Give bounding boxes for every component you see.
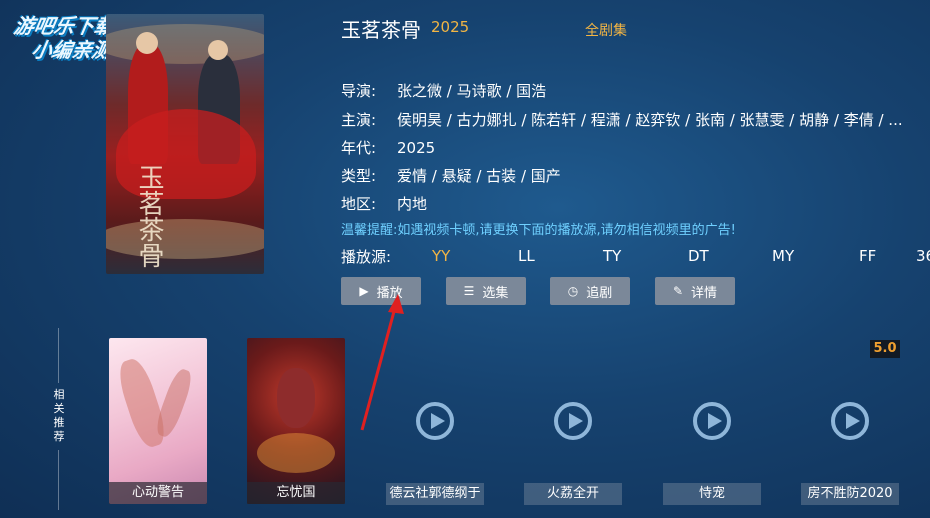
show-title: 玉茗茶骨 — [341, 18, 421, 42]
episodes-badge[interactable]: 全剧集 — [585, 20, 627, 40]
cast-row: 主演: 侯明昊 / 古力娜扎 / 陈若轩 / 程潇 / 赵弈钦 / 张南 / 张慧… — [341, 109, 903, 130]
poster-title-text: 玉茗茶骨 — [134, 164, 164, 268]
side-divider-top — [58, 328, 59, 383]
director-row: 导演: 张之微 / 马诗歌 / 国浩 — [341, 80, 546, 101]
director-label: 导演: — [341, 82, 377, 100]
edit-icon: ✎ — [672, 284, 684, 298]
placeholder-play-icon — [554, 402, 592, 440]
source-36[interactable]: 36 — [916, 247, 930, 265]
region-label: 地区: — [341, 195, 377, 213]
genre-value: 爱情 / 悬疑 / 古装 / 国产 — [397, 167, 561, 185]
clock-icon: ◷ — [567, 284, 579, 298]
related-thumbnail — [247, 338, 345, 504]
placeholder-play-icon — [693, 402, 731, 440]
related-title: 德云社郭德纲于 — [386, 483, 484, 505]
related-title: 心动警告 — [109, 482, 207, 504]
poster-image[interactable]: 玉茗茶骨 — [106, 14, 264, 274]
tip-text: 温馨提醒:如遇视频卡顿,请更换下面的播放源,请勿相信视频里的广告! — [341, 223, 736, 238]
related-title: 火荔全开 — [524, 483, 622, 505]
related-card[interactable]: 火荔全开 — [524, 338, 622, 505]
genre-row: 类型: 爱情 / 悬疑 / 古装 / 国产 — [341, 165, 561, 186]
detail-button[interactable]: ✎ 详情 — [655, 277, 735, 305]
show-year: 2025 — [431, 18, 470, 36]
source-ll[interactable]: LL — [518, 247, 535, 265]
cast-label: 主演: — [341, 111, 377, 129]
source-dt[interactable]: DT — [688, 247, 709, 265]
detail-button-label: 详情 — [691, 285, 718, 301]
related-title: 恃宠 — [663, 483, 761, 505]
related-thumbnail — [109, 338, 207, 504]
source-yy[interactable]: YY — [432, 247, 450, 265]
source-ff[interactable]: FF — [859, 247, 876, 265]
region-row: 地区: 内地 — [341, 193, 427, 214]
year-value: 2025 — [397, 139, 436, 157]
episodes-button-label: 选集 — [482, 285, 509, 301]
year-row: 年代: 2025 — [341, 137, 435, 158]
related-label: 相关推荐 — [53, 388, 65, 443]
related-card[interactable]: 德云社郭德纲于 — [386, 338, 484, 505]
placeholder-play-icon — [831, 402, 869, 440]
side-divider-bottom — [58, 450, 59, 510]
related-card[interactable]: 心动警告 — [109, 338, 207, 504]
follow-button-label: 追剧 — [586, 285, 613, 301]
year-label: 年代: — [341, 139, 377, 157]
cast-value: 侯明昊 / 古力娜扎 / 陈若轩 / 程潇 / 赵弈钦 / 张南 / 张慧雯 /… — [397, 111, 903, 129]
director-value: 张之微 / 马诗歌 / 国浩 — [397, 82, 547, 100]
related-card[interactable]: 房不胜防2020 — [801, 338, 899, 505]
related-card[interactable]: 恃宠 — [663, 338, 761, 505]
related-card[interactable]: 忘忧国 — [247, 338, 345, 504]
placeholder-play-icon — [416, 402, 454, 440]
list-icon: ☰ — [463, 284, 475, 298]
region-value: 内地 — [397, 195, 428, 213]
genre-label: 类型: — [341, 167, 377, 185]
source-my[interactable]: MY — [772, 247, 794, 265]
episodes-button[interactable]: ☰ 选集 — [446, 277, 526, 305]
source-ty[interactable]: TY — [603, 247, 621, 265]
related-title: 忘忧国 — [247, 482, 345, 504]
follow-button[interactable]: ◷ 追剧 — [550, 277, 630, 305]
related-title: 房不胜防2020 — [801, 483, 899, 505]
source-label: 播放源: — [341, 248, 392, 266]
rating-badge: 5.0 — [870, 340, 900, 358]
